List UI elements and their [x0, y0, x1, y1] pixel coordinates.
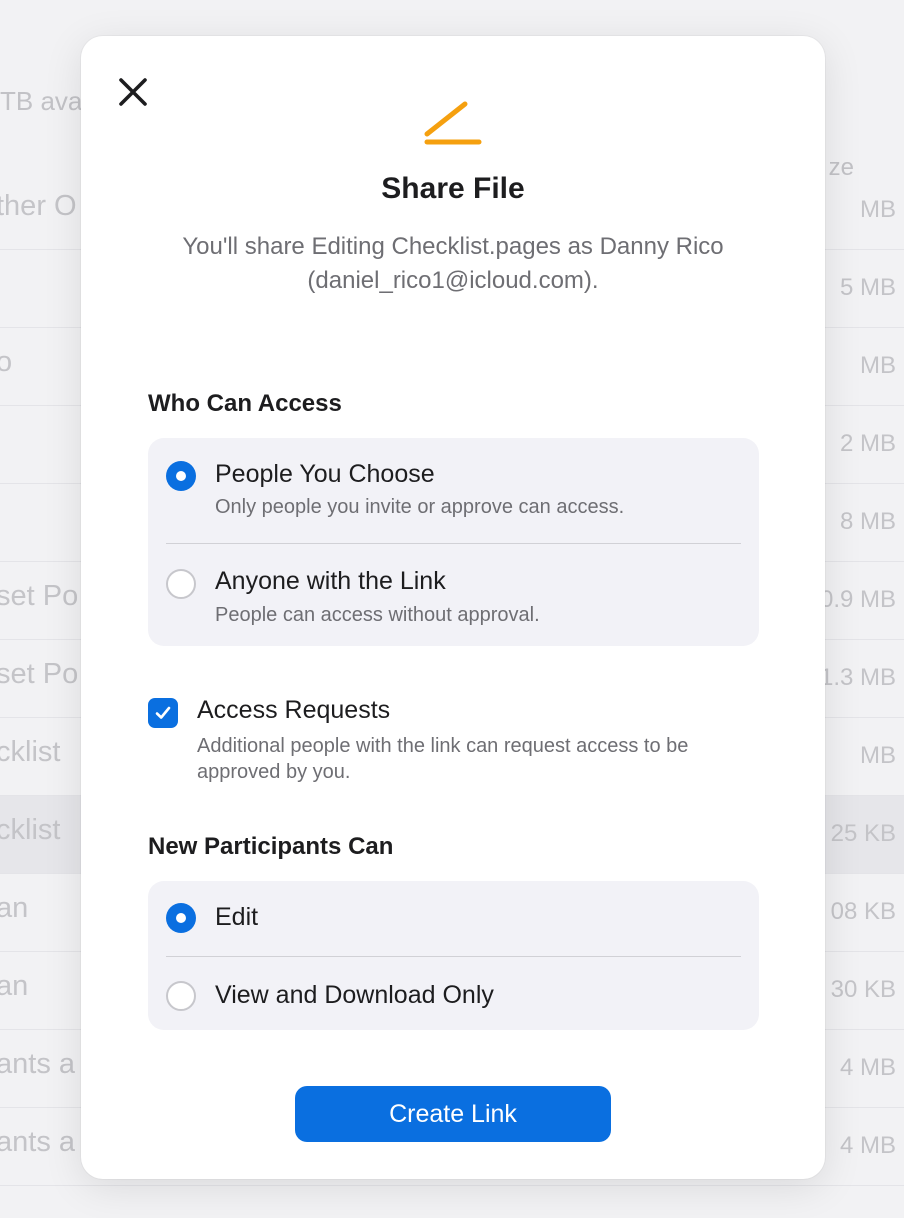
pencil-icon — [424, 101, 482, 145]
participant-options-group: Edit View and Download Only — [148, 881, 759, 1030]
row-size: MB — [860, 196, 896, 223]
row-size: 4 MB — [839, 1132, 896, 1159]
radio-unselected[interactable] — [166, 981, 196, 1011]
option-edit[interactable]: Edit — [148, 881, 759, 956]
option-title: View and Download Only — [215, 981, 494, 1009]
option-title: Anyone with the Link — [215, 567, 446, 595]
row-size: MB — [860, 742, 896, 769]
row-size: 1.3 MB — [819, 664, 896, 691]
option-people-you-choose[interactable]: People You Choose Only people you invite… — [148, 438, 759, 542]
row-size: 2 MB — [839, 430, 896, 457]
row-size: 8 MB — [839, 508, 896, 535]
option-description: Only people you invite or approve can ac… — [215, 496, 625, 518]
option-title: People You Choose — [215, 460, 435, 488]
row-name: o — [0, 346, 13, 378]
row-size: 4 MB — [839, 1054, 896, 1081]
create-link-button[interactable]: Create Link — [295, 1086, 611, 1142]
row-size: 30 KB — [830, 976, 896, 1003]
row-name: cklist — [0, 814, 61, 846]
row-size: 08 KB — [830, 898, 896, 925]
storage-available-text: TB avail — [0, 86, 94, 116]
option-description: People can access without approval. — [215, 604, 540, 626]
row-name: set Po — [0, 580, 79, 612]
row-name: cklist — [0, 736, 61, 768]
share-file-dialog: Share File You'll share Editing Checklis… — [81, 36, 825, 1179]
radio-selected[interactable] — [166, 461, 196, 491]
row-size: 0.9 MB — [819, 586, 896, 613]
close-icon — [119, 78, 147, 106]
access-requests-label: Access Requests — [197, 696, 391, 724]
dialog-title: Share File — [381, 172, 525, 205]
row-name: ther O — [0, 190, 77, 222]
dialog-subtitle: You'll share Editing Checklist.pages as … — [182, 233, 724, 294]
checkmark-icon — [155, 706, 171, 719]
row-size: 25 KB — [830, 820, 896, 847]
row-name: an — [0, 970, 29, 1002]
new-participants-label: New Participants Can — [148, 833, 394, 860]
close-button[interactable] — [113, 72, 153, 112]
row-size: MB — [860, 352, 896, 379]
row-name: set Po — [0, 658, 79, 690]
row-name: ants a — [0, 1126, 75, 1158]
access-requests-description: Additional people with the link can requ… — [197, 735, 689, 783]
radio-unselected[interactable] — [166, 569, 196, 599]
access-options-group: People You Choose Only people you invite… — [148, 438, 759, 646]
row-name: an — [0, 892, 29, 924]
row-name: ants a — [0, 1048, 75, 1080]
option-title: Edit — [215, 903, 259, 931]
who-can-access-label: Who Can Access — [148, 390, 342, 417]
row-size: 5 MB — [839, 274, 896, 301]
option-view-and-download[interactable]: View and Download Only — [148, 957, 759, 1030]
option-anyone-with-link[interactable]: Anyone with the Link People can access w… — [148, 544, 759, 646]
access-requests-checkbox[interactable] — [148, 698, 178, 728]
radio-selected[interactable] — [166, 903, 196, 933]
